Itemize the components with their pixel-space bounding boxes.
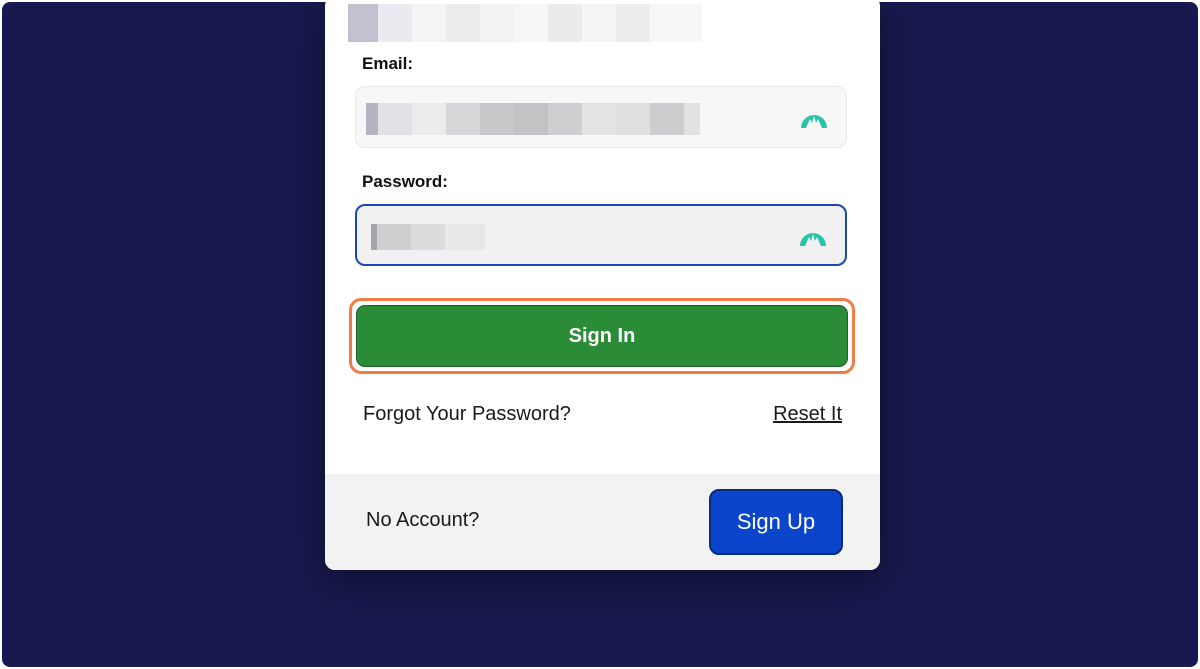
- redacted-password-value: [371, 224, 485, 250]
- redacted-header: [348, 4, 702, 42]
- password-label: Password:: [362, 172, 448, 191]
- reset-password-link[interactable]: Reset It: [773, 403, 842, 426]
- forgot-password-text: Forgot Your Password?: [363, 403, 571, 425]
- email-label: Email:: [362, 54, 414, 73]
- page-background: Email: Password: Sign In Forgot Your Pas…: [2, 2, 1198, 667]
- sign-up-button[interactable]: Sign Up: [709, 489, 843, 555]
- login-card: Email: Password: Sign In Forgot Your Pas…: [325, 2, 880, 570]
- redacted-email-value: [366, 103, 706, 135]
- nordpass-icon[interactable]: [798, 222, 828, 248]
- password-field[interactable]: [355, 204, 847, 266]
- sign-in-button[interactable]: Sign In: [356, 305, 848, 367]
- email-field[interactable]: [355, 86, 847, 148]
- nordpass-icon[interactable]: [799, 104, 829, 130]
- card-footer: No Account? Sign Up: [325, 474, 880, 570]
- no-account-text: No Account?: [366, 509, 480, 531]
